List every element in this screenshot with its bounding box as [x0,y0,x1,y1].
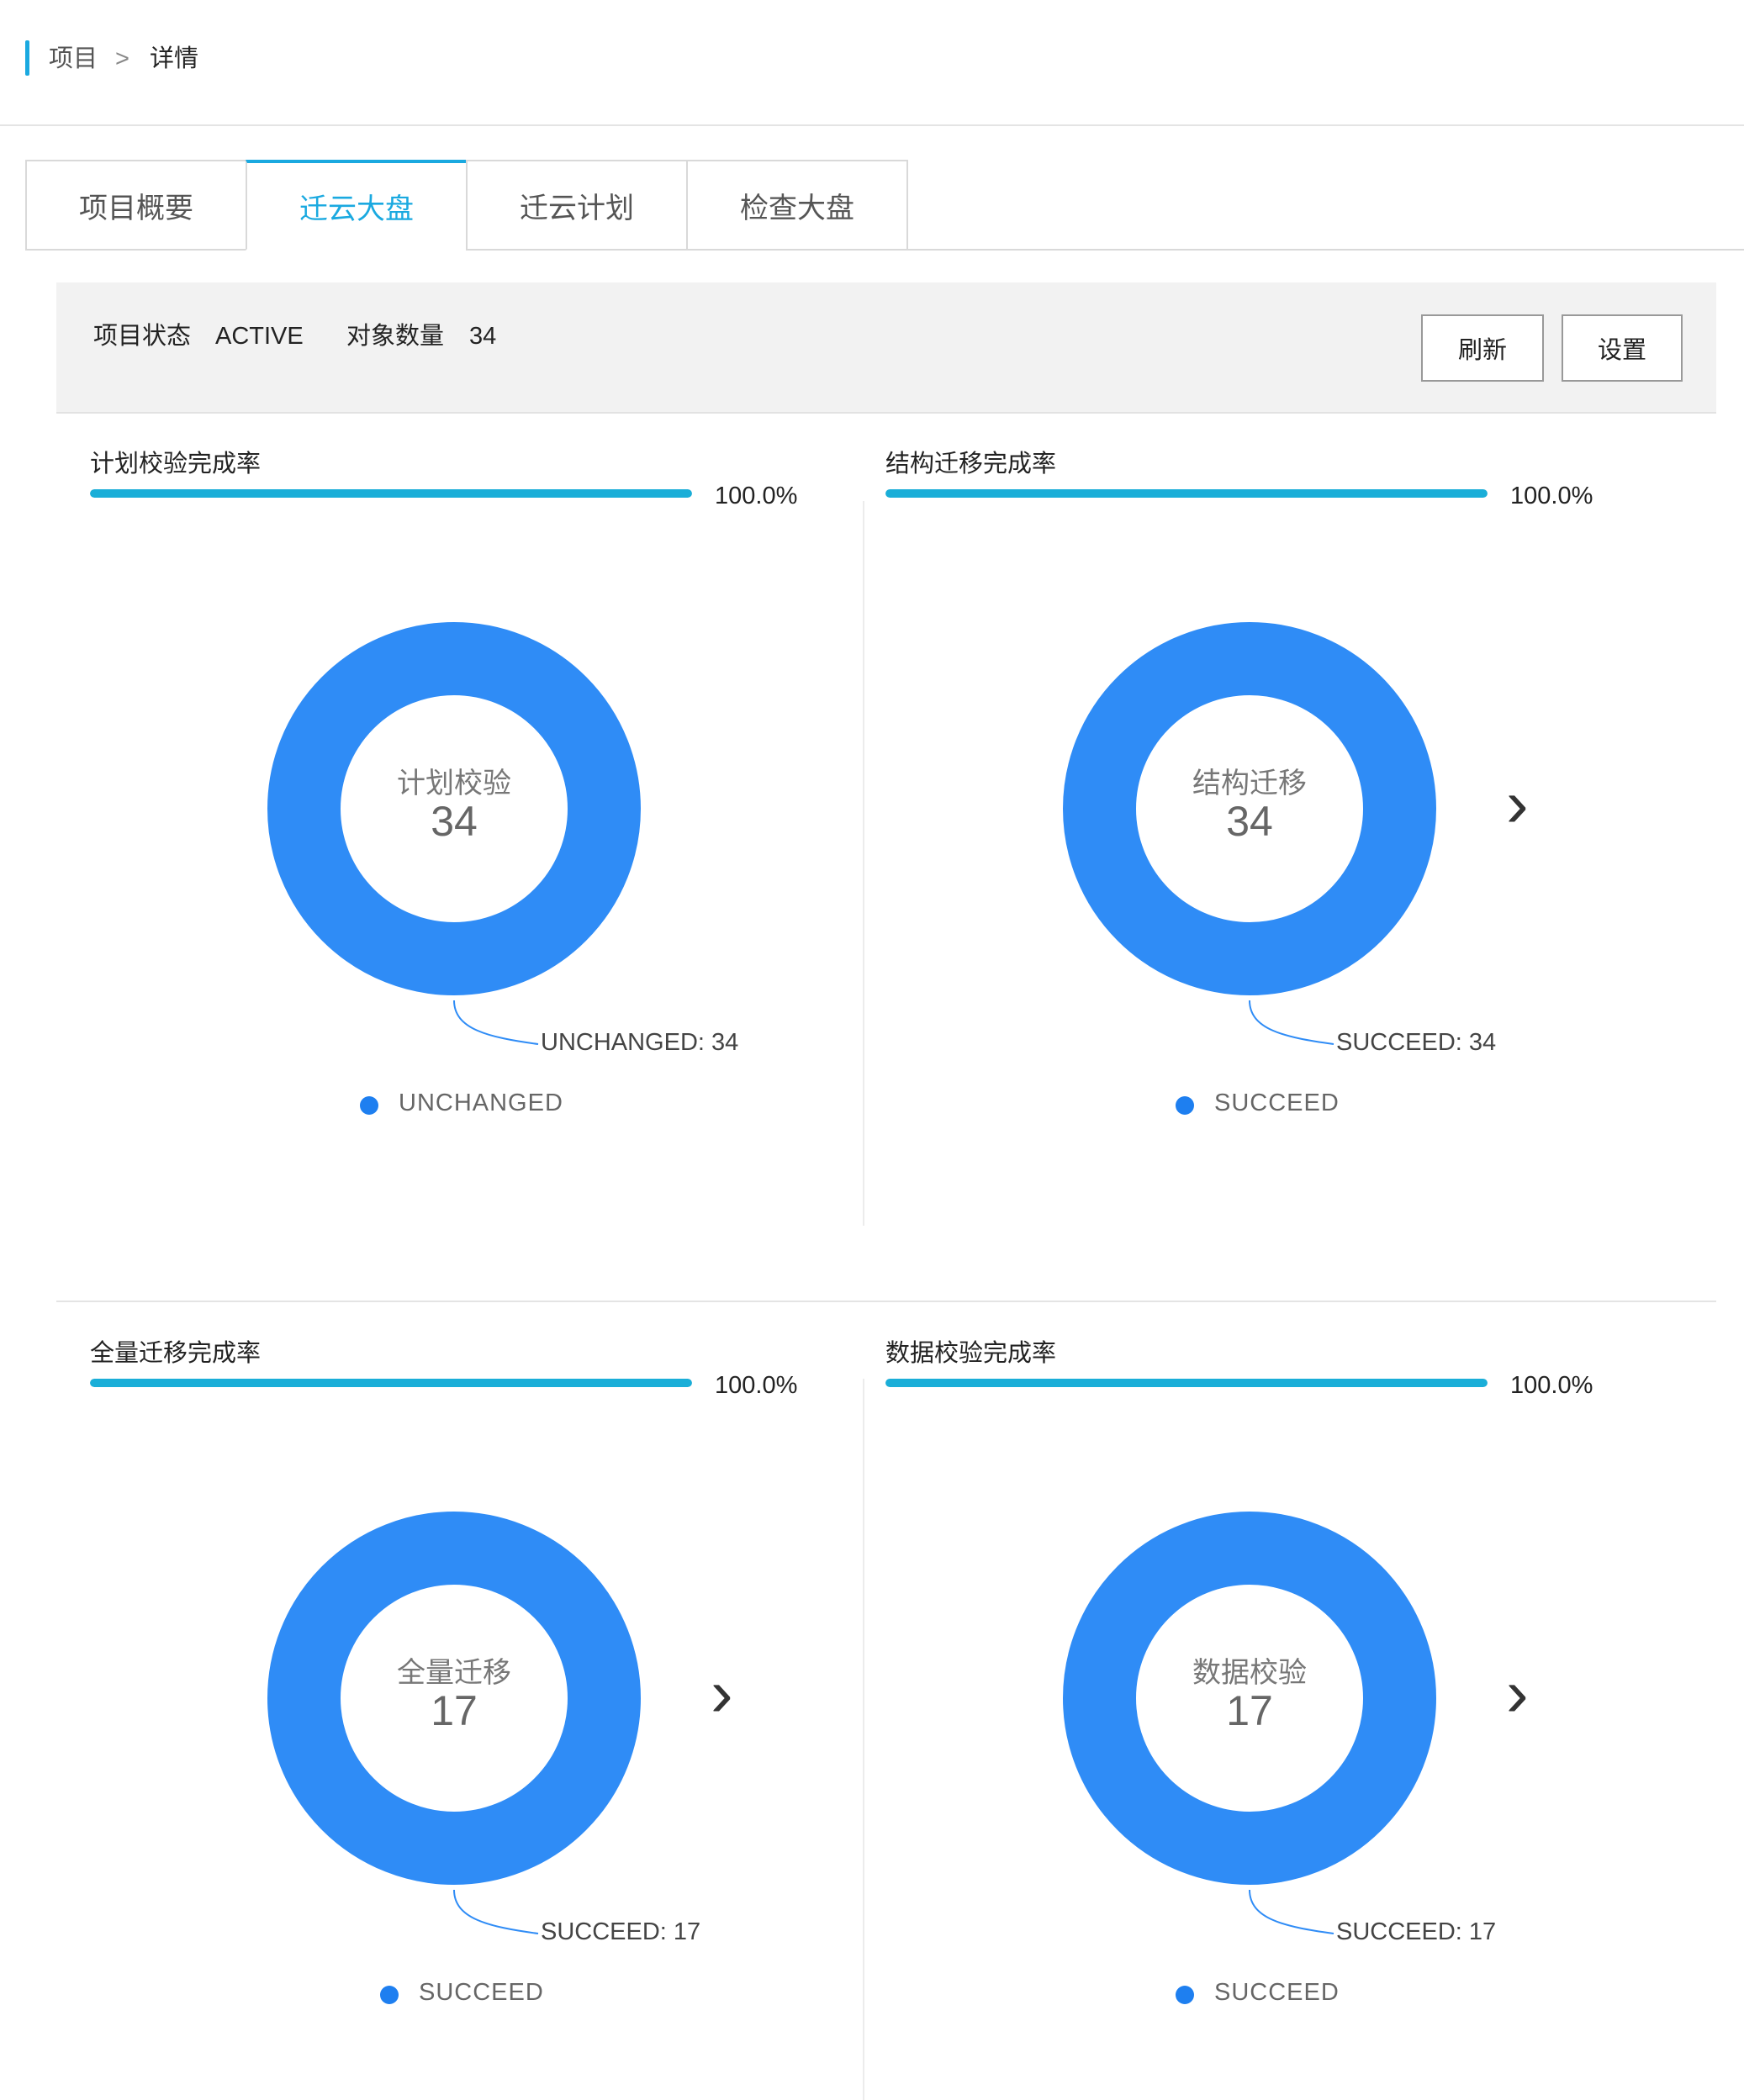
object-count-label: 对象数量 [346,323,445,350]
donut-center-value: 17 [431,1687,478,1734]
header-divider [0,124,1744,126]
panel-divider-horizontal [56,1301,1716,1302]
donut-center-label: 数据校验 [1192,1657,1307,1689]
tab-migration-plan[interactable]: 迁云计划 [466,160,688,251]
chevron-right-icon[interactable]: › [1506,770,1529,837]
donut-callout-label: SUCCEED: 34 [1336,1029,1497,1056]
object-count-value: 34 [469,323,497,350]
chevron-right-icon[interactable]: › [1506,1659,1529,1727]
refresh-button[interactable]: 刷新 [1421,314,1544,382]
legend-dot-icon [360,1096,378,1115]
stat-panel: 计划校验完成率 100.0% 计划校验 34 UNCHANGED: 34 UNCHANGE… [56,447,852,1204]
donut-center-value: 34 [1226,798,1273,845]
settings-button[interactable]: 设置 [1562,314,1683,382]
donut-center-value: 34 [431,798,478,845]
tab-check-dashboard[interactable]: 检查大盘 [686,160,908,251]
breadcrumb-accent-bar [25,40,29,76]
breadcrumb-separator-icon: > [115,45,129,72]
donut-center-value: 17 [1226,1687,1273,1734]
callout-leader-line [453,1000,539,1045]
callout-leader-line [1249,1000,1334,1045]
legend-label[interactable]: UNCHANGED [399,1090,563,1117]
tab-overview[interactable]: 项目概要 [25,160,247,251]
callout-leader-line [453,1889,539,1934]
callout-leader-line [1249,1889,1334,1934]
legend-dot-icon [1176,1986,1194,2004]
donut-center-label: 结构迁移 [1192,768,1307,799]
legend-label[interactable]: SUCCEED [1214,1090,1340,1117]
legend-dot-icon [1176,1096,1194,1115]
breadcrumb-current: 详情 [150,45,199,72]
tab-migration-dashboard[interactable]: 迁云大盘 [246,160,468,251]
page-root: 项目 > 详情 项目概要 迁云大盘 迁云计划 检查大盘 项目状态 ACTIVE … [0,0,1744,2100]
donut-callout-label: SUCCEED: 17 [1336,1918,1497,1945]
donut-callout-label: UNCHANGED: 34 [541,1029,739,1056]
chevron-right-icon[interactable]: › [711,1659,733,1727]
donut-center-label: 计划校验 [397,768,511,799]
legend-dot-icon [380,1986,399,2004]
project-state-label: 项目状态 [93,323,192,350]
stat-panel: 结构迁移完成率 100.0% 结构迁移 34 SUCCEED: 34 SUCCEED › [852,447,1647,1204]
stat-panel: 数据校验完成率 100.0% 数据校验 17 SUCCEED: 17 SUCCEED › [852,1337,1647,2093]
donut-callout-label: SUCCEED: 17 [541,1918,701,1945]
stat-panel: 全量迁移完成率 100.0% 全量迁移 17 SUCCEED: 17 SUCCEED › [56,1337,852,2093]
project-state-value: ACTIVE [215,323,304,350]
legend-label[interactable]: SUCCEED [419,1979,544,2007]
legend-label[interactable]: SUCCEED [1214,1979,1340,2007]
breadcrumb-root-link[interactable]: 项目 [49,42,98,76]
donut-center-label: 全量迁移 [397,1657,511,1689]
